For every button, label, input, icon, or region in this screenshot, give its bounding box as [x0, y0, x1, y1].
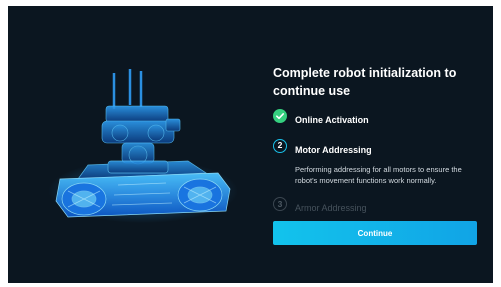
step-label: Online Activation — [295, 115, 369, 125]
initialization-dialog: Complete robot initialization to continu… — [8, 6, 493, 283]
step-number-badge: 2 — [273, 139, 287, 153]
robot-wireframe-illustration — [48, 69, 238, 223]
step-description: Performing addressing for all motors to … — [295, 165, 462, 185]
steps-panel: Complete robot initialization to continu… — [273, 64, 483, 228]
step-label: Motor Addressing — [295, 145, 372, 155]
step-online-activation: Online Activation — [273, 109, 483, 128]
dialog-title: Complete robot initialization to continu… — [273, 66, 457, 98]
step-number-badge: 3 — [273, 197, 287, 211]
step-motor-addressing: 2 Motor Addressing Performing addressing… — [273, 139, 483, 186]
check-icon — [273, 109, 287, 123]
step-armor-addressing: 3 Armor Addressing — [273, 197, 483, 216]
continue-button[interactable]: Continue — [273, 221, 477, 245]
step-label: Armor Addressing — [295, 203, 367, 213]
